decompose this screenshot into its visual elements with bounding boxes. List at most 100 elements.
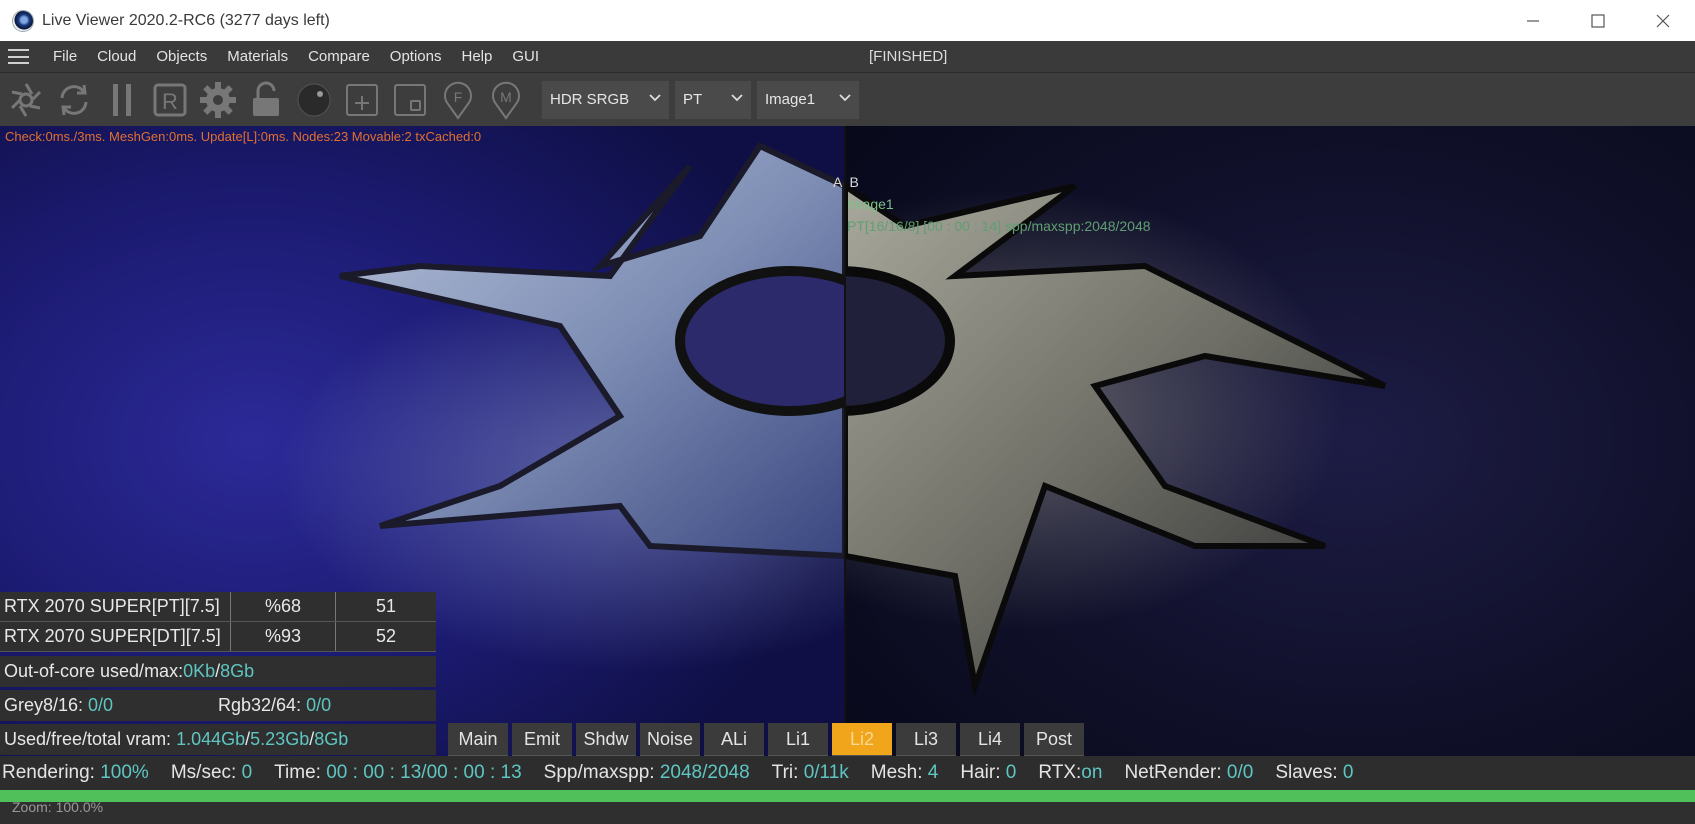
out-of-core-stat: Out-of-core used/max:0Kb/8Gb: [0, 656, 436, 687]
gear-icon: [200, 81, 236, 118]
tab-emit[interactable]: Emit: [512, 723, 572, 756]
rendering-value: 100%: [100, 762, 149, 783]
kernel-select[interactable]: PT: [675, 80, 751, 119]
menu-gui[interactable]: GUI: [502, 48, 549, 65]
zoom-bar: Zoom: 100.0%: [0, 799, 1695, 824]
menu-file[interactable]: File: [43, 48, 87, 65]
chevron-down-icon: [731, 93, 743, 101]
hair-value: 0: [1005, 762, 1017, 783]
netrender-stat: NetRender: 0/0: [1124, 762, 1253, 784]
tab-shdw[interactable]: Shdw: [576, 723, 636, 756]
minimize-icon: [1526, 19, 1539, 22]
menu-cloud[interactable]: Cloud: [87, 48, 146, 65]
rendering-stat: Rendering: 100%: [2, 762, 149, 784]
render-pass-tabs: Main Emit Shdw Noise ALi Li1 Li2 Li3 Li4…: [448, 723, 1088, 756]
tab-main[interactable]: Main: [448, 723, 508, 756]
vram-total: 8Gb: [314, 729, 349, 749]
minimize-button[interactable]: [1500, 0, 1565, 41]
netrender-label: NetRender:: [1124, 762, 1227, 783]
mesh-value: 4: [927, 762, 939, 783]
tab-li1[interactable]: Li1: [768, 723, 828, 756]
ms-label: Ms/sec:: [170, 762, 242, 783]
tab-li4[interactable]: Li4: [960, 723, 1020, 756]
spp-label: Spp/maxspp:: [543, 762, 660, 783]
slaves-label: Slaves:: [1275, 762, 1343, 783]
tab-post[interactable]: Post: [1024, 723, 1084, 756]
material-sphere-button[interactable]: [292, 78, 336, 122]
mesh-stat: Mesh: 4: [871, 762, 939, 784]
tri-value: 0/11k: [803, 762, 849, 783]
hair-label: Hair:: [960, 762, 1006, 783]
image-select[interactable]: Image1: [757, 80, 859, 119]
chevron-down-icon: [649, 93, 661, 101]
tab-li2[interactable]: Li2: [832, 723, 892, 756]
close-button[interactable]: [1630, 0, 1695, 41]
time-label: Time:: [274, 762, 327, 783]
debug-timings: Check:0ms./3ms. MeshGen:0ms. Update[L]:0…: [5, 129, 482, 144]
tri-label: Tri:: [771, 762, 804, 783]
gpu-temperature: 51: [375, 596, 397, 616]
hair-stat: Hair: 0: [960, 762, 1016, 784]
netrender-value: 0/0: [1226, 762, 1254, 783]
pause-button[interactable]: [100, 78, 144, 122]
rtx-value: on: [1081, 762, 1103, 783]
restart-r-button[interactable]: R: [148, 78, 192, 122]
menu-options[interactable]: Options: [380, 48, 452, 65]
toolbar: R F M HDR SRGB PT Image1: [0, 73, 1695, 126]
tri-stat: Tri: 0/11k: [772, 762, 849, 784]
svg-text:F: F: [454, 89, 463, 105]
maximize-button[interactable]: [1565, 0, 1630, 41]
out-of-core-label: Out-of-core used/max:: [4, 661, 184, 681]
refresh-icon: [60, 84, 88, 115]
mesh-label: Mesh:: [870, 762, 928, 783]
gpu-utilization: %68: [231, 592, 336, 621]
menu-objects[interactable]: Objects: [146, 48, 217, 65]
ms-value: 0: [241, 762, 253, 783]
menu-compare[interactable]: Compare: [298, 48, 380, 65]
slaves-stat: Slaves: 0: [1275, 762, 1353, 784]
pause-icon: [113, 83, 131, 116]
spp-value: 2048/2048: [659, 762, 750, 783]
render-viewport[interactable]: Check:0ms./3ms. MeshGen:0ms. Update[L]:0…: [0, 126, 1695, 756]
render-status: [FINISHED]: [869, 48, 948, 65]
lock-button[interactable]: [244, 78, 288, 122]
compare-split-line[interactable]: [844, 126, 846, 756]
rendering-label: Rendering:: [2, 762, 101, 783]
texture-stats: Grey8/16: 0/0 Rgb32/64: 0/0: [0, 690, 436, 721]
kernel-value: PT: [683, 91, 703, 108]
tab-noise[interactable]: Noise: [640, 723, 700, 756]
zoom-label: Zoom: 100.0%: [12, 799, 104, 815]
time-value: 00 : 00 : 13/00 : 00 : 13: [326, 762, 522, 783]
close-icon: [1656, 14, 1669, 27]
settings-button[interactable]: [196, 78, 240, 122]
vram-label: Used/free/total vram:: [4, 729, 177, 749]
menu-materials[interactable]: Materials: [217, 48, 298, 65]
region-button[interactable]: [388, 78, 432, 122]
window-title: Live Viewer 2020.2-RC6 (3277 days left): [42, 11, 330, 29]
menu-help[interactable]: Help: [452, 48, 503, 65]
tab-li3[interactable]: Li3: [896, 723, 956, 756]
color-space-select[interactable]: HDR SRGB: [542, 80, 669, 119]
focus-pick-button[interactable]: F: [436, 78, 480, 122]
time-stat: Time: 00 : 00 : 13/00 : 00 : 13: [274, 762, 522, 784]
unlock-icon: [253, 81, 279, 116]
add-box-icon: [346, 83, 378, 116]
grey-value: 0/0: [88, 695, 114, 715]
aperture-button[interactable]: [4, 78, 48, 122]
refresh-button[interactable]: [52, 78, 96, 122]
rtx-label: RTX:: [1038, 762, 1082, 783]
status-bar: Rendering: 100% Ms/sec: 0 Time: 00 : 00 …: [0, 756, 1695, 790]
render-progress-bar: [0, 790, 1695, 802]
add-object-button[interactable]: [340, 78, 384, 122]
device-stats-panel: RTX 2070 SUPER[PT][7.5] %68 51 RTX 2070 …: [0, 592, 436, 755]
tab-ali[interactable]: ALi: [704, 723, 764, 756]
hamburger-menu-icon[interactable]: [8, 49, 29, 64]
menu-bar: File Cloud Objects Materials Compare Opt…: [0, 41, 1695, 73]
rgb-label: Rgb32/64:: [218, 695, 307, 715]
material-pick-button[interactable]: M: [484, 78, 528, 122]
grey-label: Grey8/16:: [4, 695, 89, 715]
rtx-stat: RTX:on: [1038, 762, 1102, 784]
gpu-temperature: 52: [375, 626, 397, 646]
gpu-utilization: %93: [231, 622, 336, 651]
vram-free: 5.23Gb: [250, 729, 310, 749]
